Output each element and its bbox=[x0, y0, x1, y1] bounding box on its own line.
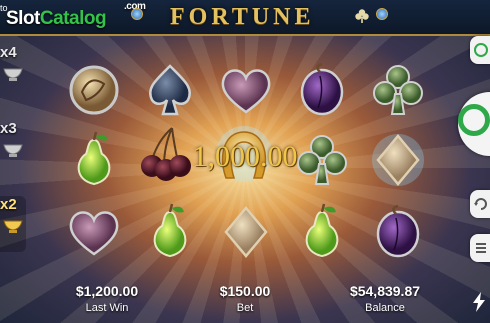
reel-symbol-pear bbox=[64, 131, 124, 188]
multiplier-label: x2 bbox=[0, 196, 17, 213]
reel-symbol-pear bbox=[140, 203, 200, 260]
last-win-panel: $1,200.00 Last Win bbox=[52, 283, 162, 314]
last-win-label: Last Win bbox=[85, 302, 129, 314]
gem-ornament-left bbox=[131, 8, 143, 20]
multiplier-label: x4 bbox=[0, 44, 17, 61]
reel-symbol-diamond bbox=[216, 204, 276, 260]
bet-value: $150.00 bbox=[219, 283, 271, 299]
menu-icon bbox=[476, 243, 486, 253]
win-amount: 1,000.00 bbox=[192, 140, 298, 173]
cup-icon bbox=[3, 68, 23, 81]
autoplay-icon bbox=[474, 198, 487, 210]
brand-prefix: Slot bbox=[6, 8, 40, 29]
brand-logo: SlotCatalog .com bbox=[6, 1, 146, 30]
reel-symbol-diamond bbox=[368, 132, 428, 188]
autoplay-button[interactable] bbox=[470, 190, 490, 218]
multiplier-x4: x4 bbox=[0, 44, 26, 100]
last-win-value: $1,200.00 bbox=[75, 283, 139, 299]
reel-symbol-club bbox=[368, 62, 428, 118]
bet-panel[interactable]: $150.00 Bet bbox=[190, 283, 300, 314]
help-icon bbox=[474, 43, 488, 57]
brand-suffix: Catalog bbox=[39, 8, 107, 29]
cup-icon bbox=[3, 220, 23, 233]
reel-symbol-heart bbox=[216, 62, 276, 118]
multiplier-x2: x2 bbox=[0, 196, 26, 252]
reel-symbol-plum bbox=[292, 62, 352, 118]
balance-value: $54,839.87 bbox=[349, 283, 421, 299]
turbo-icon[interactable] bbox=[472, 292, 486, 312]
reel-symbol-pear bbox=[292, 203, 352, 260]
spin-icon bbox=[458, 104, 490, 136]
cup-icon bbox=[3, 144, 23, 157]
help-button[interactable] bbox=[470, 36, 490, 64]
bet-label: Bet bbox=[236, 302, 254, 314]
reel-symbol-heart bbox=[64, 204, 124, 260]
multiplier-x3: x3 bbox=[0, 120, 26, 176]
reel-symbol-spade bbox=[140, 62, 200, 118]
clover-icon bbox=[355, 9, 369, 23]
multiplier-label: x3 bbox=[0, 120, 17, 137]
balance-panel: $54,839.87 Balance bbox=[330, 283, 440, 314]
reel-symbol-plum bbox=[368, 204, 428, 260]
balance-label: Balance bbox=[365, 302, 405, 314]
menu-button[interactable] bbox=[470, 234, 490, 262]
reel-symbol-coin bbox=[64, 62, 124, 118]
top-bar: to SlotCatalog .com FORTUNE bbox=[0, 0, 490, 36]
game-title: FORTUNE bbox=[170, 4, 315, 30]
gem-ornament-right bbox=[376, 8, 388, 20]
